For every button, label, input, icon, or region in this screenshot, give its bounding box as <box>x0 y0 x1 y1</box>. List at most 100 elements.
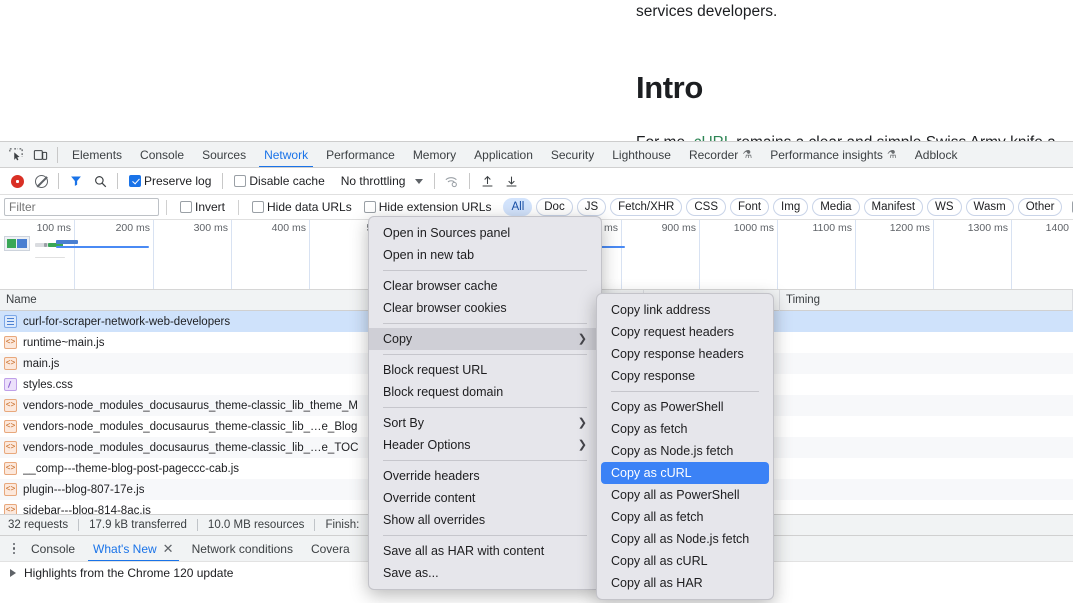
menu-item-open-in-sources-panel[interactable]: Open in Sources panel <box>369 222 601 244</box>
menu-item-sort-by[interactable]: Sort By ❯ <box>369 412 601 434</box>
throttling-dropdown[interactable]: No throttling <box>337 174 424 188</box>
more-tools-icon[interactable] <box>6 542 22 555</box>
menu-item-copy[interactable]: Copy ❯ <box>369 328 601 350</box>
close-icon[interactable]: ✕ <box>163 542 174 555</box>
type-chip-css[interactable]: CSS <box>686 198 727 216</box>
invert-checkbox[interactable]: Invert <box>180 200 225 214</box>
menu-item-copy-response-headers[interactable]: Copy response headers <box>597 343 773 365</box>
menu-item-copy-all-as-powershell[interactable]: Copy all as PowerShell <box>597 484 773 506</box>
drawer-tab-coverage[interactable]: Covera <box>302 536 359 561</box>
menu-item-clear-browser-cache[interactable]: Clear browser cache <box>369 275 601 297</box>
tab-console[interactable]: Console <box>131 142 193 167</box>
type-chip-all[interactable]: All <box>503 198 533 216</box>
tab-application[interactable]: Application <box>465 142 542 167</box>
type-chip-media[interactable]: Media <box>812 198 860 216</box>
menu-item-copy-as-nodejs-fetch[interactable]: Copy as Node.js fetch <box>597 440 773 462</box>
menu-item-copy-as-curl[interactable]: Copy as cURL <box>601 462 769 484</box>
tab-performance-insights[interactable]: Performance insights ⚗ <box>761 142 906 167</box>
type-chip-ws[interactable]: WS <box>927 198 962 216</box>
menu-item-copy-all-as-har[interactable]: Copy all as HAR <box>597 572 773 594</box>
type-chip-fetch-xhr[interactable]: Fetch/XHR <box>610 198 683 216</box>
tab-security[interactable]: Security <box>542 142 603 167</box>
tab-network[interactable]: Network <box>255 142 317 167</box>
inspect-element-icon[interactable] <box>4 144 28 166</box>
devtools-tabbar: Elements Console Sources Network Perform… <box>0 142 1073 168</box>
menu-item-label: Open in Sources panel <box>383 226 511 240</box>
menu-item-save-all-as-har-with-content[interactable]: Save all as HAR with content <box>369 540 601 562</box>
curl-link[interactable]: cURL <box>694 134 732 141</box>
status-divider <box>314 519 316 531</box>
status-requests: 32 requests <box>8 519 69 531</box>
expand-triangle-icon[interactable] <box>10 568 16 577</box>
column-header-timing[interactable]: Timing <box>780 289 1073 311</box>
tab-adblock[interactable]: Adblock <box>906 142 967 167</box>
hide-data-urls-label: Hide data URLs <box>267 200 352 214</box>
tab-sources[interactable]: Sources <box>193 142 255 167</box>
menu-item-label: Copy all as fetch <box>611 510 704 524</box>
menu-item-copy-response[interactable]: Copy response <box>597 365 773 387</box>
menu-item-copy-as-fetch[interactable]: Copy as fetch <box>597 418 773 440</box>
menu-item-override-headers[interactable]: Override headers <box>369 465 601 487</box>
export-har-icon[interactable] <box>499 170 523 192</box>
status-divider <box>196 519 198 531</box>
status-finish: Finish: <box>325 519 360 531</box>
disable-cache-checkbox[interactable]: Disable cache <box>234 174 325 188</box>
drawer-tab-whats-new[interactable]: What's New ✕ <box>84 536 183 561</box>
request-context-menu[interactable]: Open in Sources panel Open in new tab Cl… <box>368 216 602 590</box>
copy-submenu[interactable]: Copy link address Copy request headers C… <box>596 293 774 600</box>
request-name: __comp---theme-blog-post-pageccc-cab.js <box>23 462 240 475</box>
menu-separator <box>383 535 587 536</box>
record-button[interactable] <box>5 170 29 192</box>
tab-elements[interactable]: Elements <box>63 142 131 167</box>
filter-icon[interactable] <box>64 170 88 192</box>
drawer-tab-network-conditions[interactable]: Network conditions <box>183 536 302 561</box>
type-chip-doc[interactable]: Doc <box>536 198 573 216</box>
hide-data-urls-checkbox[interactable]: Hide data URLs <box>252 200 352 214</box>
type-chip-other[interactable]: Other <box>1017 198 1063 216</box>
menu-item-block-request-domain[interactable]: Block request domain <box>369 381 601 403</box>
tab-lighthouse[interactable]: Lighthouse <box>603 142 680 167</box>
clear-network-log-icon[interactable] <box>29 170 53 192</box>
filmstrip-thumbnail[interactable] <box>4 236 30 251</box>
menu-item-label: Override headers <box>383 469 480 483</box>
column-header-name[interactable]: Name <box>0 289 372 311</box>
device-toolbar-icon[interactable] <box>28 144 52 166</box>
menu-item-block-request-url[interactable]: Block request URL <box>369 359 601 381</box>
tab-memory[interactable]: Memory <box>404 142 465 167</box>
menu-item-copy-all-as-nodejs-fetch[interactable]: Copy all as Node.js fetch <box>597 528 773 550</box>
menu-item-clear-browser-cookies[interactable]: Clear browser cookies <box>369 297 601 319</box>
type-chip-manifest[interactable]: Manifest <box>863 198 924 216</box>
menu-item-label: Copy all as HAR <box>611 576 703 590</box>
menu-item-save-as[interactable]: Save as... <box>369 562 601 584</box>
page-paragraph-top: services developers. <box>636 3 778 20</box>
type-chip-img[interactable]: Img <box>773 198 809 216</box>
network-conditions-icon[interactable] <box>440 170 464 192</box>
menu-item-open-in-new-tab[interactable]: Open in new tab <box>369 244 601 266</box>
menu-item-copy-link-address[interactable]: Copy link address <box>597 299 773 321</box>
import-har-icon[interactable] <box>475 170 499 192</box>
tab-performance[interactable]: Performance <box>317 142 404 167</box>
drawer-tab-console[interactable]: Console <box>22 536 84 561</box>
tab-label: Network <box>264 147 309 162</box>
tab-label: Elements <box>72 147 123 162</box>
filter-input[interactable] <box>4 198 159 216</box>
type-chip-font[interactable]: Font <box>730 198 770 216</box>
type-chip-js[interactable]: JS <box>576 198 607 216</box>
preserve-log-checkbox[interactable]: Preserve log <box>129 174 211 188</box>
tab-recorder[interactable]: Recorder ⚗ <box>680 142 761 167</box>
type-chip-wasm[interactable]: Wasm <box>965 198 1014 216</box>
menu-separator <box>383 270 587 271</box>
menu-item-copy-as-powershell[interactable]: Copy as PowerShell <box>597 396 773 418</box>
menu-item-override-content[interactable]: Override content <box>369 487 601 509</box>
tab-label: Adblock <box>914 147 958 162</box>
menu-item-copy-all-as-curl[interactable]: Copy all as cURL <box>597 550 773 572</box>
menu-separator <box>383 460 587 461</box>
menu-item-copy-all-as-fetch[interactable]: Copy all as fetch <box>597 506 773 528</box>
toolbar-divider <box>222 173 224 189</box>
script-file-icon: <> <box>4 399 17 412</box>
menu-item-show-all-overrides[interactable]: Show all overrides <box>369 509 601 531</box>
menu-item-header-options[interactable]: Header Options ❯ <box>369 434 601 456</box>
menu-item-copy-request-headers[interactable]: Copy request headers <box>597 321 773 343</box>
search-icon[interactable] <box>88 170 112 192</box>
hide-extension-urls-checkbox[interactable]: Hide extension URLs <box>363 200 491 214</box>
